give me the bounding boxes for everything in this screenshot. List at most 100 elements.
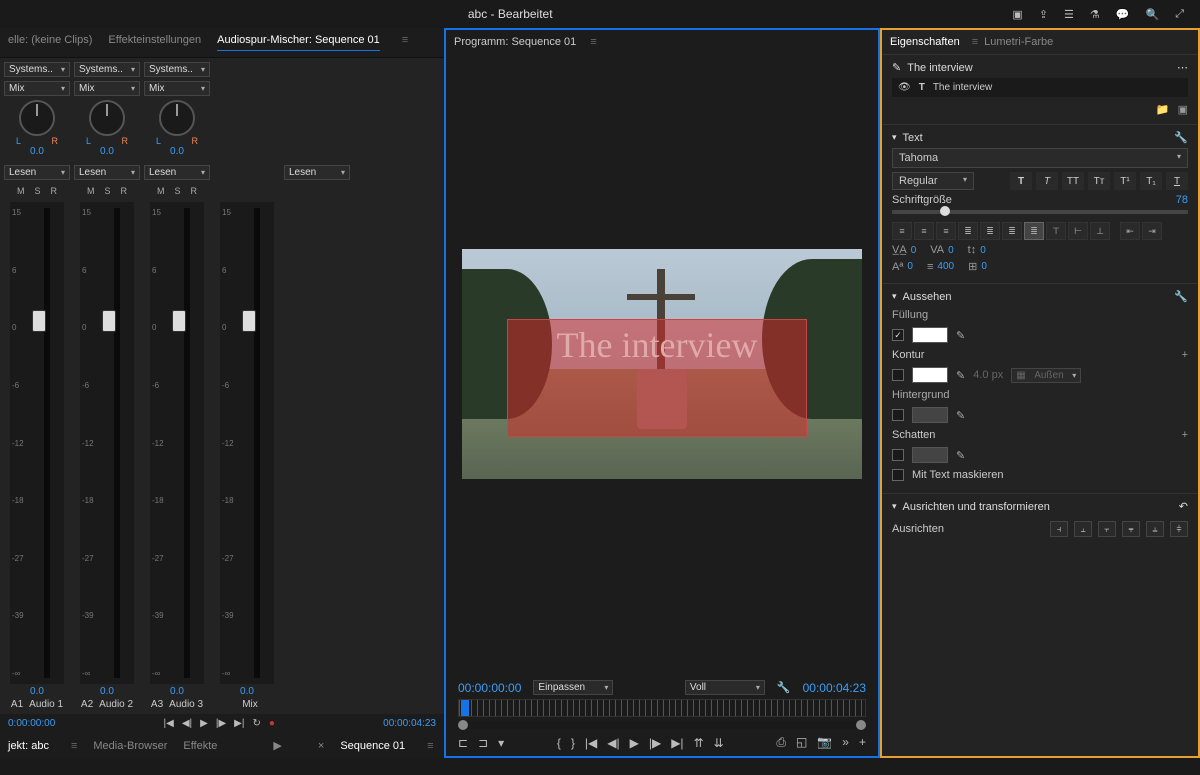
align-right-button[interactable]: ≡: [936, 222, 956, 240]
layer-item[interactable]: 👁 T The interview: [892, 78, 1188, 97]
tracking-value[interactable]: 0: [948, 245, 954, 256]
loop-icon[interactable]: ↻: [252, 718, 260, 729]
fill-color-swatch[interactable]: [912, 327, 948, 343]
fader-handle[interactable]: [102, 310, 116, 332]
tsume-value[interactable]: 400: [937, 261, 954, 272]
solo-button[interactable]: S: [104, 186, 110, 196]
goto-in-icon[interactable]: |◀: [164, 718, 174, 729]
stroke-width[interactable]: 4.0 px: [973, 369, 1003, 381]
add-marker-icon[interactable]: ▾: [498, 736, 504, 750]
align-bottom-button[interactable]: ⊥: [1090, 222, 1110, 240]
eyedropper-icon[interactable]: ✎: [956, 329, 965, 342]
reset-icon[interactable]: ↶: [1179, 500, 1188, 513]
tab-audio-mixer[interactable]: Audiospur-Mischer: Sequence 01: [217, 34, 380, 51]
pan-knob-control[interactable]: [159, 100, 195, 136]
step-back-icon[interactable]: ◀|: [607, 736, 619, 750]
justify-left-button[interactable]: ≣: [958, 222, 978, 240]
kerning-value[interactable]: 0: [911, 245, 917, 256]
lab-icon[interactable]: ⚗: [1090, 8, 1100, 21]
chevron-down-icon[interactable]: ▾: [892, 501, 897, 512]
marker-in-icon[interactable]: ⊏: [458, 736, 468, 750]
allcaps-button[interactable]: TT: [1062, 172, 1084, 190]
underline-button[interactable]: T: [1166, 172, 1188, 190]
align-top-button[interactable]: ⊤: [1046, 222, 1066, 240]
tab-properties[interactable]: Eigenschaften: [890, 36, 960, 48]
play-icon[interactable]: ▶: [200, 718, 208, 729]
settings-icon[interactable]: 🔧: [777, 681, 791, 694]
output-dropdown-3[interactable]: Systems..▾: [144, 62, 210, 77]
record-icon[interactable]: ●: [269, 718, 275, 729]
record-button[interactable]: R: [191, 186, 198, 196]
eyedropper-icon[interactable]: ✎: [956, 369, 965, 382]
export-frame-icon[interactable]: ⎙: [776, 735, 786, 750]
play-button[interactable]: ▶: [273, 739, 281, 752]
fill-checkbox[interactable]: [892, 329, 904, 341]
chat-icon[interactable]: 💬: [1116, 8, 1130, 21]
align-vcenter-icon[interactable]: ⫨: [1146, 521, 1164, 537]
mute-button[interactable]: M: [17, 186, 25, 196]
more-icon[interactable]: »: [842, 735, 849, 750]
fader-mix[interactable]: 1560-6-12-18-27-39-∞: [220, 202, 274, 684]
font-size-value[interactable]: 78: [1176, 194, 1188, 206]
chevron-down-icon[interactable]: ▾: [892, 132, 897, 143]
font-family-dropdown[interactable]: Tahoma▾: [892, 148, 1188, 168]
marker-out-icon[interactable]: ⊐: [478, 736, 488, 750]
font-style-dropdown[interactable]: Regular▾: [892, 172, 974, 190]
fader-handle[interactable]: [172, 310, 186, 332]
fullscreen-icon[interactable]: ⤢: [1175, 8, 1184, 21]
add-shadow-icon[interactable]: +: [1182, 429, 1188, 441]
program-title[interactable]: Programm: Sequence 01: [454, 36, 576, 48]
pan-knob-control[interactable]: [89, 100, 125, 136]
add-stroke-icon[interactable]: +: [1182, 349, 1188, 361]
step-fwd-icon[interactable]: |▶: [649, 736, 661, 750]
rtl-button[interactable]: ⇤: [1120, 222, 1140, 240]
align-center-button[interactable]: ≡: [914, 222, 934, 240]
mark-out-icon[interactable]: }: [571, 736, 575, 750]
fader-1[interactable]: 1560-6-12-18-27-39-∞: [10, 202, 64, 684]
scrub-bar[interactable]: [458, 721, 866, 729]
tab-effects[interactable]: Effekte: [183, 740, 217, 752]
lift-icon[interactable]: ⇈: [694, 736, 704, 750]
mask-checkbox[interactable]: [892, 469, 904, 481]
eyedropper-icon[interactable]: ✎: [956, 409, 965, 422]
goto-in-icon[interactable]: |◀: [585, 736, 597, 750]
playhead[interactable]: [461, 700, 469, 716]
timecode-in[interactable]: 0:00:00:00: [8, 718, 55, 729]
goto-out-icon[interactable]: ▶|: [671, 736, 683, 750]
align-hcenter-icon[interactable]: ⫠: [1074, 521, 1092, 537]
camera-icon[interactable]: 📷: [817, 735, 832, 750]
tab-source[interactable]: elle: (keine Clips): [8, 34, 92, 51]
eyedropper-icon[interactable]: ✎: [956, 449, 965, 462]
panel-menu-icon[interactable]: ≡: [402, 34, 408, 51]
mute-button[interactable]: M: [87, 186, 95, 196]
wrench-icon[interactable]: 🔧: [1174, 290, 1188, 303]
solo-button[interactable]: S: [174, 186, 180, 196]
align-bottom-icon[interactable]: ⫩: [1170, 521, 1188, 537]
new-layer-icon[interactable]: ▣: [1178, 103, 1188, 116]
fader-handle[interactable]: [32, 310, 46, 332]
smallcaps-button[interactable]: Tᴛ: [1088, 172, 1110, 190]
output-dropdown-1[interactable]: Systems..▾: [4, 62, 70, 77]
new-folder-icon[interactable]: 📁: [1156, 103, 1170, 116]
tab-sequence[interactable]: Sequence 01: [340, 740, 405, 752]
justify-right-button[interactable]: ≣: [1002, 222, 1022, 240]
fader-2[interactable]: 1560-6-12-18-27-39-∞: [80, 202, 134, 684]
italic-button[interactable]: T: [1036, 172, 1058, 190]
tab-lumetri[interactable]: Lumetri-Farbe: [984, 36, 1053, 48]
fader-3[interactable]: 1560-6-12-18-27-39-∞: [150, 202, 204, 684]
pan-knob-control[interactable]: [19, 100, 55, 136]
workspace-icon[interactable]: ▣: [1012, 8, 1022, 21]
send-dropdown-1[interactable]: Mix▾: [4, 81, 70, 96]
solo-button[interactable]: S: [34, 186, 40, 196]
automation-dropdown-2[interactable]: Lesen▾: [74, 165, 140, 180]
share-icon[interactable]: ⇪: [1039, 8, 1048, 21]
timecode-duration[interactable]: 00:00:04:23: [803, 681, 866, 695]
more-icon[interactable]: ⋯: [1177, 61, 1188, 74]
automation-dropdown-3[interactable]: Lesen▾: [144, 165, 210, 180]
mute-button[interactable]: M: [157, 186, 165, 196]
text-overlay-box[interactable]: The interview: [507, 319, 807, 437]
record-button[interactable]: R: [51, 186, 58, 196]
list-icon[interactable]: ☰: [1064, 8, 1074, 21]
automation-dropdown-1[interactable]: Lesen▾: [4, 165, 70, 180]
bg-color-swatch[interactable]: [912, 407, 948, 423]
